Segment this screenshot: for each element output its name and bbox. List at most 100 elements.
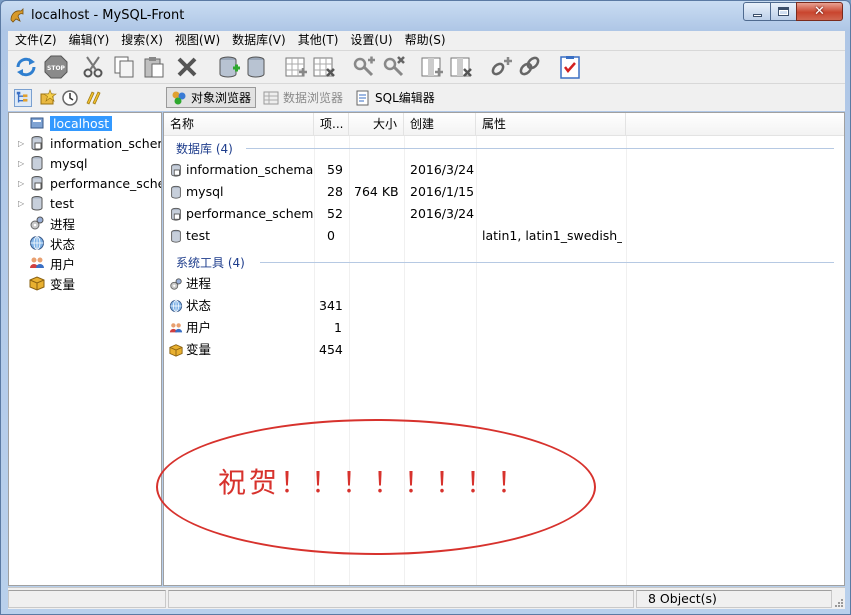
- delete-field-icon[interactable]: [449, 55, 473, 79]
- menu-file[interactable]: 文件(Z): [8, 31, 62, 50]
- tree-item-label: 用户: [50, 256, 76, 272]
- status-bar: 8 Object(s): [8, 587, 845, 609]
- menu-database[interactable]: 数据库(V): [225, 31, 291, 50]
- delete-table-icon[interactable]: [312, 55, 336, 79]
- menu-help[interactable]: 帮助(S): [398, 31, 451, 50]
- system-database-icon: [31, 136, 43, 151]
- maximize-icon: [778, 7, 789, 16]
- database-icon[interactable]: [244, 55, 268, 79]
- list-row-processes[interactable]: 进程: [164, 273, 844, 295]
- cut-icon[interactable]: [82, 55, 106, 79]
- column-header-items[interactable]: 项...: [314, 113, 349, 136]
- delete-link-icon[interactable]: [517, 55, 541, 79]
- tree-view-icon[interactable]: [14, 89, 32, 107]
- tree-item-processes[interactable]: 进程: [9, 213, 75, 233]
- cell-name-text: performance_schema: [186, 206, 313, 221]
- list-row-mysql[interactable]: mysql 28 764 KB 2016/1/15: [164, 181, 844, 203]
- paste-icon[interactable]: [142, 55, 166, 79]
- new-table-icon[interactable]: [284, 55, 308, 79]
- tab-object-browser[interactable]: 对象浏览器: [166, 87, 257, 108]
- list-row-variables[interactable]: 变量 454: [164, 339, 844, 361]
- resize-grip-icon[interactable]: [833, 597, 843, 607]
- column-header-size[interactable]: 大小: [349, 113, 404, 136]
- gears-icon: [170, 278, 182, 290]
- list-row-status[interactable]: 状态 341: [164, 295, 844, 317]
- column-header-name[interactable]: 名称: [164, 113, 314, 136]
- app-window: localhost - MySQL-Front ✕ 文件(Z) 编辑(Y) 搜索…: [0, 0, 851, 615]
- cell-items: 341: [319, 298, 343, 313]
- new-link-icon[interactable]: [489, 55, 513, 79]
- database-tree[interactable]: localhost ▷ information_schem ▷ mysql ▷ …: [8, 112, 162, 586]
- expand-arrow-icon[interactable]: ▷: [18, 199, 26, 208]
- expand-arrow-icon[interactable]: ▷: [18, 139, 26, 148]
- globe-icon: [169, 299, 183, 313]
- cell-name: 状态: [169, 295, 313, 317]
- menu-view[interactable]: 视图(W): [168, 31, 225, 50]
- tree-item-label: localhost: [50, 115, 113, 131]
- tab-object-browser-label: 对象浏览器: [191, 91, 252, 105]
- copy-icon[interactable]: [112, 55, 136, 79]
- expand-arrow-icon[interactable]: ▷: [18, 159, 26, 168]
- expand-arrow-icon[interactable]: ▷: [18, 179, 26, 188]
- tree-item-performance-schema[interactable]: ▷ performance_scher: [9, 173, 161, 193]
- menu-edit[interactable]: 编辑(Y): [62, 31, 115, 50]
- stop-icon[interactable]: STOP: [44, 55, 68, 79]
- column-header-attributes[interactable]: 属性: [476, 113, 626, 136]
- cell-size: 764 KB: [354, 184, 399, 199]
- cell-name-text: 用户: [186, 320, 212, 335]
- tree-item-test[interactable]: ▷ test: [9, 193, 74, 213]
- menu-settings[interactable]: 设置(U): [343, 31, 397, 50]
- object-count: 8 Object(s): [648, 591, 717, 606]
- globe-icon: [30, 236, 44, 250]
- new-database-icon[interactable]: [217, 55, 241, 79]
- gears-icon: [30, 216, 44, 230]
- tree-item-status[interactable]: 状态: [9, 233, 75, 253]
- cell-size: [354, 203, 404, 225]
- menu-other[interactable]: 其他(T): [291, 31, 344, 50]
- cell-items: [319, 273, 349, 295]
- title-bar[interactable]: localhost - MySQL-Front ✕: [1, 1, 850, 31]
- history-clock-icon[interactable]: [61, 89, 79, 107]
- tab-data-browser[interactable]: 数据浏览器: [258, 87, 348, 108]
- list-row-information-schema[interactable]: information_schema 59 2016/3/24: [164, 159, 844, 181]
- tab-sql-editor[interactable]: SQL编辑器: [350, 87, 440, 108]
- cell-name-text: test: [186, 228, 211, 243]
- cell-name-text: mysql: [186, 184, 224, 199]
- tree-item-label: 进程: [50, 216, 76, 232]
- list-row-performance-schema[interactable]: performance_schema 52 2016/3/24: [164, 203, 844, 225]
- cell-attributes: [482, 159, 622, 181]
- tree-item-variables[interactable]: 变量: [9, 273, 75, 293]
- delete-key-icon[interactable]: [382, 55, 406, 79]
- box-icon: [29, 276, 45, 291]
- cell-created: 2016/1/15: [410, 184, 475, 199]
- delete-icon[interactable]: [175, 55, 199, 79]
- list-row-test[interactable]: test 0 latin1, latin1_swedish_ci: [164, 225, 844, 247]
- database-icon: [171, 185, 181, 199]
- tree-item-mysql[interactable]: ▷ mysql: [9, 153, 88, 173]
- tree-item-label: 状态: [50, 236, 76, 252]
- menu-search[interactable]: 搜索(X): [114, 31, 168, 50]
- tree-item-users[interactable]: 用户: [9, 253, 75, 273]
- properties-icon[interactable]: [558, 55, 582, 79]
- group-header-databases[interactable]: 数据库 (4): [176, 139, 233, 157]
- box-icon: [169, 344, 183, 357]
- column-header-created[interactable]: 创建: [404, 113, 476, 136]
- data-browser-icon: [263, 91, 279, 104]
- tree-item-information-schema[interactable]: ▷ information_schem: [9, 133, 161, 153]
- navigate-links-icon[interactable]: [84, 89, 102, 107]
- cell-items: 0: [327, 228, 335, 243]
- tab-data-browser-label: 数据浏览器: [283, 91, 344, 105]
- users-icon: [30, 257, 44, 268]
- list-row-users[interactable]: 用户 1: [164, 317, 844, 339]
- minimize-button[interactable]: [743, 2, 771, 21]
- new-field-icon[interactable]: [420, 55, 444, 79]
- database-icon: [31, 196, 43, 211]
- maximize-button[interactable]: [770, 2, 797, 21]
- group-divider: [246, 148, 834, 149]
- new-key-icon[interactable]: [352, 55, 376, 79]
- refresh-icon[interactable]: [14, 55, 38, 79]
- tree-item-localhost[interactable]: localhost: [9, 113, 113, 133]
- group-header-system-tools[interactable]: 系统工具 (4): [176, 253, 245, 271]
- favorites-icon[interactable]: [39, 89, 57, 107]
- close-button[interactable]: ✕: [796, 2, 843, 21]
